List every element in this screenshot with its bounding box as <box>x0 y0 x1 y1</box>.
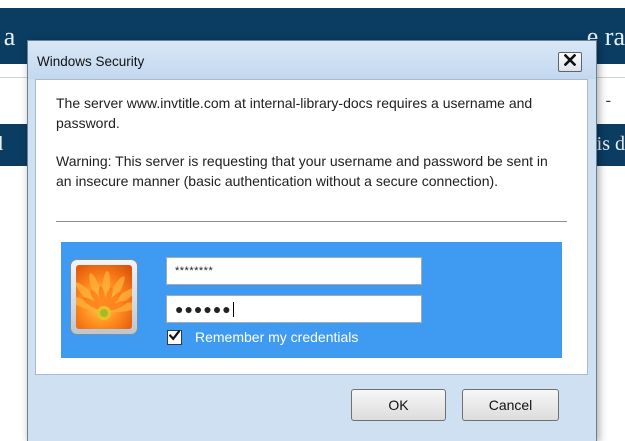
dialog-title: Windows Security <box>37 54 145 69</box>
user-avatar-flower-icon <box>76 265 132 329</box>
dialog-content: The server www.invtitle.com at internal-… <box>35 79 588 375</box>
checkmark-icon <box>168 328 181 346</box>
credential-panel: ******** ●●●●●● Remember my credentials <box>61 242 562 358</box>
screen: t a e ra - l is d Windows Security The s… <box>0 0 625 441</box>
background-dash: - <box>605 92 611 109</box>
close-button[interactable] <box>558 52 582 72</box>
password-value: ●●●●●● <box>175 301 232 317</box>
close-icon <box>563 53 577 71</box>
password-input[interactable]: ●●●●●● <box>166 295 422 323</box>
background-section-text-right: is d <box>596 133 625 155</box>
dialog-titlebar[interactable]: Windows Security <box>28 41 596 79</box>
user-avatar-tile <box>70 259 138 335</box>
background-section-text-left: l <box>0 133 4 155</box>
username-input[interactable]: ******** <box>166 257 422 285</box>
cancel-button[interactable]: Cancel <box>462 389 559 421</box>
warning-message: Warning: This server is requesting that … <box>56 153 548 189</box>
remember-label: Remember my credentials <box>195 329 359 345</box>
windows-security-dialog: Windows Security The server www.invtitle… <box>27 40 597 441</box>
server-message: The server www.invtitle.com at internal-… <box>56 95 533 131</box>
username-value: ******** <box>175 265 214 277</box>
remember-checkbox[interactable] <box>167 328 182 346</box>
ok-button[interactable]: OK <box>351 389 446 421</box>
text-caret <box>232 301 234 317</box>
content-divider <box>56 221 567 222</box>
background-banner-text-left: t a <box>0 22 16 51</box>
remember-credentials-option[interactable]: Remember my credentials <box>167 329 358 345</box>
